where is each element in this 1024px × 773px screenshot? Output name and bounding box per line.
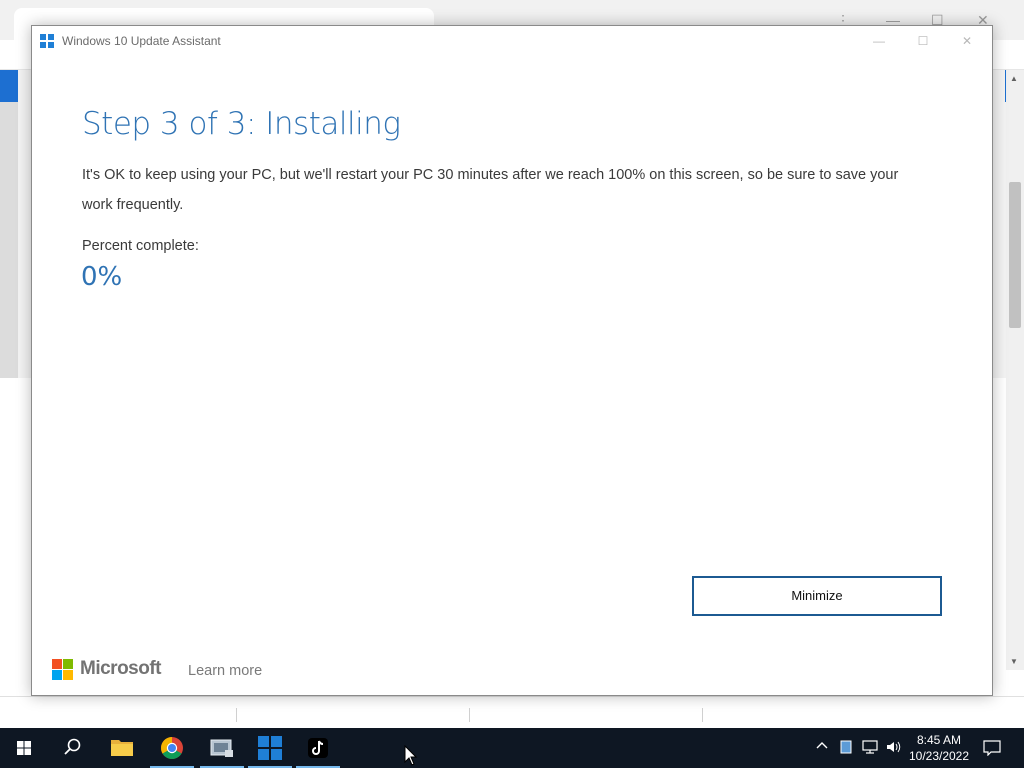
clock-date: 10/23/2022 xyxy=(908,749,970,763)
tiktok-icon[interactable] xyxy=(294,728,342,768)
scroll-up-arrow-icon[interactable]: ▲ xyxy=(1010,74,1018,83)
notifications-icon[interactable] xyxy=(983,740,1001,759)
battery-icon[interactable] xyxy=(840,740,852,757)
windows-start-icon[interactable] xyxy=(0,728,48,768)
scroll-down-arrow-icon[interactable]: ▼ xyxy=(1010,657,1018,666)
minimize-button[interactable]: Minimize xyxy=(692,576,942,616)
network-icon[interactable] xyxy=(862,740,878,757)
update-assistant-icon[interactable] xyxy=(246,728,294,768)
chrome-icon[interactable] xyxy=(148,728,196,768)
microsoft-brand-text: Microsoft xyxy=(80,658,162,679)
update-assistant-window: Windows 10 Update Assistant — ☐ ✕ Step 3… xyxy=(31,25,993,696)
window-maximize-icon[interactable]: ☐ xyxy=(908,30,938,52)
media-tool-icon[interactable] xyxy=(198,728,246,768)
percent-complete-value: 0% xyxy=(81,262,123,292)
footer-divider xyxy=(236,708,237,722)
browser-scrollbar-thumb[interactable] xyxy=(1009,182,1021,328)
page-title: Step 3 of 3: Installing xyxy=(82,106,401,142)
window-title: Windows 10 Update Assistant xyxy=(62,34,221,48)
microsoft-logo-icon xyxy=(52,659,74,681)
page-banner xyxy=(0,70,18,102)
learn-more-link[interactable]: Learn more xyxy=(188,663,262,679)
chevron-up-icon[interactable] xyxy=(816,740,828,755)
clock-time: 8:45 AM xyxy=(916,733,962,747)
browser-scrollbar[interactable] xyxy=(1006,70,1024,670)
taskbar: 8:45 AM 10/23/2022 xyxy=(0,728,1024,768)
window-close-icon[interactable]: ✕ xyxy=(952,30,982,52)
file-explorer-icon[interactable] xyxy=(98,728,146,768)
mouse-cursor-icon xyxy=(404,745,418,766)
install-description: It's OK to keep using your PC, but we'll… xyxy=(82,167,899,213)
page-footer xyxy=(0,696,1024,728)
volume-icon[interactable] xyxy=(886,740,902,757)
search-icon[interactable] xyxy=(48,728,96,768)
windows-logo-icon xyxy=(40,34,54,48)
window-minimize-icon[interactable]: — xyxy=(864,30,894,52)
percent-complete-label: Percent complete: xyxy=(82,238,199,254)
footer-divider xyxy=(469,708,470,722)
footer-divider xyxy=(702,708,703,722)
window-title-bar[interactable]: Windows 10 Update Assistant — ☐ ✕ xyxy=(32,26,992,56)
taskbar-clock[interactable]: 8:45 AM 10/23/2022 xyxy=(906,732,972,764)
page-sidebar xyxy=(0,102,18,378)
